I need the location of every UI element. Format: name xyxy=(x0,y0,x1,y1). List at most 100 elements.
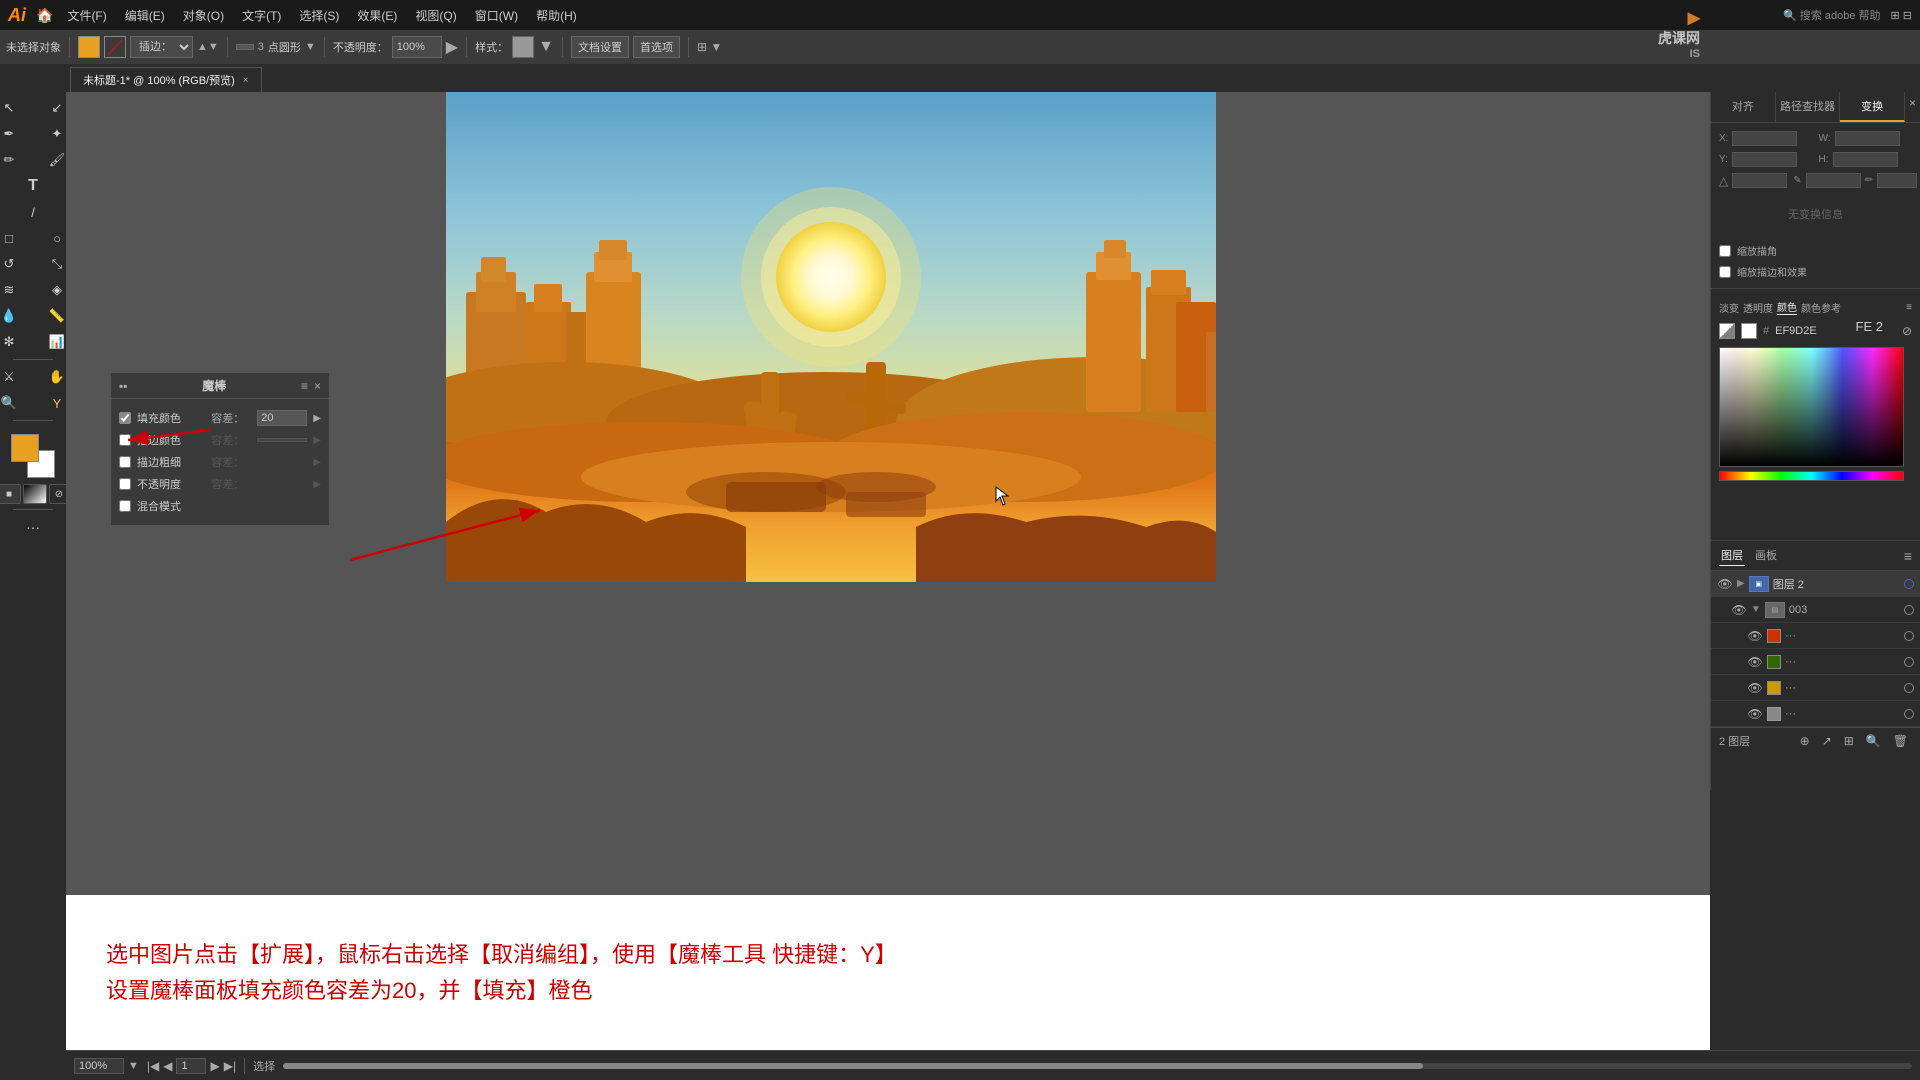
find-layer-btn[interactable]: 🔍 xyxy=(1862,732,1885,750)
menu-effect[interactable]: 效果(E) xyxy=(349,5,405,26)
brush-tool[interactable]: 🖌 xyxy=(34,148,80,172)
red-eye-icon[interactable]: 👁 xyxy=(1747,628,1763,644)
gradient-swatch-icon[interactable] xyxy=(1719,323,1735,339)
none-mode-btn[interactable]: ⊘ xyxy=(49,484,69,504)
fade-label[interactable]: 淡变 xyxy=(1719,300,1739,315)
direct-selection-tool[interactable]: ↙ xyxy=(34,96,80,120)
prev-page-btn[interactable]: ◀ xyxy=(163,1059,172,1073)
warp-tool[interactable]: ≋ xyxy=(0,278,32,302)
pencil-tool[interactable]: ✏ xyxy=(0,148,32,172)
layers-tab[interactable]: 图层 xyxy=(1719,545,1745,566)
panel-options-menu[interactable]: ≡ xyxy=(1906,302,1912,313)
text-tool[interactable]: ✦ xyxy=(34,122,80,146)
home-icon[interactable]: 🏠 xyxy=(36,7,53,24)
stroke-width-checkbox[interactable] xyxy=(119,456,131,468)
menu-text[interactable]: 文字(T) xyxy=(234,5,289,26)
rectangle-tool[interactable]: □ xyxy=(0,226,32,250)
first-page-btn[interactable]: |◀ xyxy=(147,1059,159,1073)
panel-menu-icon[interactable]: ▪▪ xyxy=(119,379,128,393)
color-label[interactable]: 颜色 xyxy=(1777,299,1797,315)
yellow-eye-icon[interactable]: 👁 xyxy=(1747,680,1763,696)
style-swatch[interactable] xyxy=(512,36,534,58)
brush-arrow[interactable]: ▼ xyxy=(305,41,316,53)
menu-view[interactable]: 视图(Q) xyxy=(407,5,464,26)
panel-toggle[interactable]: ⊞ ⊟ xyxy=(1891,9,1913,22)
delete-layer-btn[interactable]: 🗑 xyxy=(1889,732,1912,750)
create-layer-btn[interactable]: ⊕ xyxy=(1796,732,1814,750)
opacity-input[interactable] xyxy=(392,36,442,58)
gradient-mode-btn[interactable] xyxy=(23,484,47,504)
transform-tab[interactable]: 变换 xyxy=(1840,92,1905,122)
eyedropper-tool[interactable]: 💧 xyxy=(0,304,32,328)
panel-close-btn[interactable]: × xyxy=(314,379,321,393)
color-reference-label[interactable]: 颜色参考 xyxy=(1801,300,1841,315)
hand-tool[interactable]: ✋ xyxy=(34,365,80,389)
layer2-eye-icon[interactable]: 👁 xyxy=(1717,576,1733,592)
green-eye-icon[interactable]: 👁 xyxy=(1747,654,1763,670)
blend-mode-select[interactable]: 插边： xyxy=(130,36,193,58)
menu-select[interactable]: 选择(S) xyxy=(291,5,347,26)
shear-input2[interactable] xyxy=(1877,173,1917,188)
fill-tolerance-input[interactable] xyxy=(257,410,307,426)
menu-window[interactable]: 窗口(W) xyxy=(467,5,526,26)
scale-stroke-checkbox[interactable] xyxy=(1719,266,1731,278)
magic-wand-tool[interactable]: Y xyxy=(34,391,80,415)
selection-tool[interactable]: ↖ xyxy=(0,96,32,120)
move-to-layer-btn[interactable]: ↗ xyxy=(1818,732,1836,750)
menu-help[interactable]: 帮助(H) xyxy=(528,5,585,26)
layer2-expand-arrow[interactable]: ▶ xyxy=(1737,578,1745,589)
layer003-eye-icon[interactable]: 👁 xyxy=(1731,602,1747,618)
menu-object[interactable]: 对象(O) xyxy=(175,5,232,26)
angle-input[interactable] xyxy=(1732,173,1787,188)
page-input[interactable] xyxy=(176,1058,206,1074)
layers-menu-icon[interactable]: ≡ xyxy=(1904,548,1912,564)
zoom-tool[interactable]: 🔍 xyxy=(0,391,32,415)
search-bar[interactable]: 🔍 搜索 adobe 帮助 xyxy=(1783,7,1880,23)
document-tab[interactable]: 未标题-1* @ 100% (RGB/预览) × xyxy=(70,67,262,92)
last-page-btn[interactable]: ▶| xyxy=(224,1059,236,1073)
line-tool[interactable]: / xyxy=(10,200,56,224)
zoom-input[interactable] xyxy=(74,1058,124,1074)
opacity-checkbox[interactable] xyxy=(119,478,131,490)
red-circle[interactable] xyxy=(1904,631,1914,641)
layer003-expand-arrow[interactable]: ▼ xyxy=(1751,604,1761,615)
w-input[interactable] xyxy=(1835,131,1900,146)
style-arrow[interactable]: ▼ xyxy=(538,38,554,56)
preferences-btn[interactable]: 首选项 xyxy=(633,36,680,58)
panel-options-icon[interactable]: ≡ xyxy=(301,379,308,393)
pathfinder-tab[interactable]: 路径查找器 xyxy=(1776,92,1841,122)
layer-color-yellow[interactable]: 👁 ··· xyxy=(1711,675,1920,701)
layer-color-green[interactable]: 👁 ··· xyxy=(1711,649,1920,675)
next-page-btn[interactable]: ▶ xyxy=(210,1059,219,1073)
layer-003[interactable]: 👁 ▼ ▤ 003 xyxy=(1711,597,1920,623)
fill-chevron[interactable]: ▶ xyxy=(313,413,321,424)
shear-input[interactable] xyxy=(1806,173,1861,188)
multi-eye-icon[interactable]: 👁 xyxy=(1747,706,1763,722)
hue-slider[interactable] xyxy=(1719,471,1904,481)
color-picker-dropper[interactable]: ⊘ xyxy=(1902,324,1912,338)
blend-mode-checkbox[interactable] xyxy=(119,500,131,512)
layer-color-multi[interactable]: 👁 ··· xyxy=(1711,701,1920,727)
text-tool-single[interactable]: T xyxy=(10,174,56,198)
rotate-tool[interactable]: ↺ xyxy=(0,252,32,276)
white-swatch[interactable] xyxy=(1741,323,1757,339)
align-tab[interactable]: 对齐 xyxy=(1711,92,1776,122)
y-input[interactable] xyxy=(1732,152,1797,167)
panel-close-right[interactable]: × xyxy=(1905,92,1920,122)
fill-color-swatch[interactable] xyxy=(78,36,100,58)
layer2-circle[interactable] xyxy=(1904,579,1914,589)
symbol-tool[interactable]: ✻ xyxy=(0,330,32,354)
stroke-swatch[interactable] xyxy=(104,36,126,58)
opacity-arrow[interactable]: ▶ xyxy=(446,37,458,57)
artboard-tab[interactable]: 画板 xyxy=(1753,545,1779,566)
tab-close-btn[interactable]: × xyxy=(243,75,249,86)
fill-color-checkbox[interactable] xyxy=(119,412,131,424)
scale-tool[interactable]: ⤡ xyxy=(34,252,80,276)
pen-tool[interactable]: ✒ xyxy=(0,122,32,146)
color-picker-gradient[interactable] xyxy=(1719,347,1904,467)
h-input[interactable] xyxy=(1833,152,1898,167)
blend-tool[interactable]: ◈ xyxy=(34,278,80,302)
x-input[interactable] xyxy=(1732,131,1797,146)
stroke-color-checkbox[interactable] xyxy=(119,434,131,446)
arrow-up-icon[interactable]: ▲▼ xyxy=(197,41,219,53)
